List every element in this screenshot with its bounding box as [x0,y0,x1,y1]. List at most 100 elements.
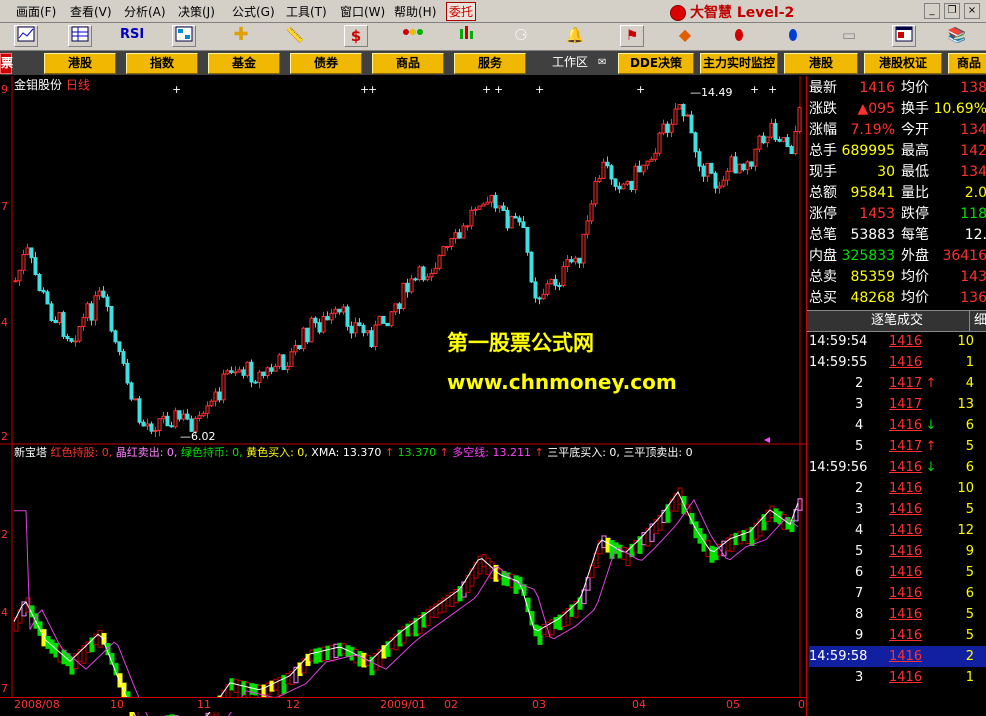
candle-body [489,194,494,203]
tick-row[interactable]: 7 1416 6 [809,583,986,604]
tab-index[interactable]: 指数 [126,53,198,74]
tick-time: 5 [855,544,864,559]
signal-marker: + [172,83,181,96]
ind-axis-tick-label: 2 [1,528,8,541]
restore-button[interactable]: ❐ [944,3,960,19]
bell-icon[interactable]: 🔔 [564,25,586,45]
tower-bar [325,645,331,661]
rsi-icon[interactable]: RSI [120,25,144,45]
ruler-icon[interactable]: 📏 [284,25,306,45]
signal-icon[interactable] [402,25,424,45]
workspace-label[interactable]: 工作区 [552,53,588,72]
books-icon[interactable]: 📚 [946,25,968,45]
menu-decision[interactable]: 决策(J) [178,3,215,20]
candle-body [309,317,314,343]
candle-body [565,259,570,268]
quote-value: 85359 [850,269,895,285]
candle-body [165,415,170,427]
menu-analysis[interactable]: 分析(A) [124,3,166,20]
move-icon[interactable]: ✚ [230,25,252,45]
blue-pill-icon[interactable]: ⬮ [782,25,804,45]
candle-body [273,365,278,372]
candle-body [277,354,282,367]
tower-bar [357,650,363,667]
tower-bar [269,680,275,692]
tick-row[interactable]: 14:59:56 1416 ↓ 6 [809,457,986,478]
tick-row[interactable]: 5 1417 ↑ 5 [809,436,986,457]
tick-row[interactable]: 5 1416 9 [809,541,986,562]
folder-icon[interactable]: ▭ [838,25,860,45]
tab-dde[interactable]: DDE决策 [618,53,694,74]
tick-row[interactable]: 4 1416 12 [809,520,986,541]
tick-row[interactable]: 3 1416 5 [809,499,986,520]
tick-detail-tab[interactable]: 细 [969,311,986,331]
tick-row[interactable]: 14:59:55 1416 1 [809,352,986,373]
tick-time: 3 [855,397,864,412]
tab-commodities-2[interactable]: 商品 [948,53,986,74]
quote-label: 外盘 [901,248,929,264]
candle-body [697,151,702,167]
candle-body [601,161,606,179]
tick-row[interactable]: 3 1417 13 [809,394,986,415]
tick-row[interactable]: 9 1416 5 [809,625,986,646]
quote-value: 142 [960,143,986,159]
tower-bar [485,557,491,576]
kline-chart-svg[interactable]: + ++ + + + + + + [0,76,806,716]
tab-main-monitor[interactable]: 主力实时监控 [700,53,778,74]
tab-hk-stocks-2[interactable]: 港股 [784,53,858,74]
tab-hk-warrants[interactable]: 港股权证 [864,53,942,74]
tick-row[interactable]: 8 1416 5 [809,604,986,625]
tick-time: 4 [855,523,864,538]
chart-period[interactable]: 日线 [66,78,90,92]
candle-body [649,158,654,162]
red-pill-icon[interactable]: ⬮ [728,25,750,45]
candle-body [53,319,58,323]
tab-commodities[interactable]: 商品 [372,53,444,74]
tick-row[interactable]: 14:59:54 1416 10 [809,331,986,352]
tab-funds[interactable]: 基金 [208,53,280,74]
workspace-dropdown-icon[interactable]: ✉ [598,53,606,72]
chart-icon[interactable] [14,25,38,47]
indicator-name[interactable]: 新宝塔 [14,446,47,459]
binoculars-icon[interactable]: ⚆ [510,25,532,45]
menu-tools[interactable]: 工具(T) [286,3,327,20]
menu-screen[interactable]: 画面(F) [16,3,56,20]
bars-icon[interactable] [456,25,478,45]
tab-stub[interactable]: 票 [0,53,13,74]
tick-row[interactable]: 2 1417 ↑ 4 [809,373,986,394]
tower-bar [733,532,739,546]
grid-icon[interactable] [172,25,196,47]
menu-view[interactable]: 查看(V) [70,3,112,20]
candle-body [45,291,50,305]
menu-help[interactable]: 帮助(H) [394,3,436,20]
tab-hk-stocks[interactable]: 港股 [44,53,116,74]
low-annotation: —6.02 [180,430,216,443]
chart-area[interactable]: + + + + + + + + + 金钼股份 日线 9 7 4 2 —14.49 —6.02 2… [0,76,806,716]
tick-header-label[interactable]: 逐笔成交 [871,311,923,331]
candle-body [745,161,750,171]
tab-bonds[interactable]: 债券 [290,53,362,74]
quote-label: 最低 [901,164,929,180]
dollar-icon[interactable]: $ [344,25,368,47]
close-button[interactable]: × [964,3,980,19]
tick-row[interactable]: 2 1416 10 [809,478,986,499]
tick-volume: 10 [957,334,974,349]
minimize-button[interactable]: _ [924,3,940,19]
menu-trade[interactable]: 委托 [446,2,477,21]
menu-window[interactable]: 窗口(W) [340,3,385,20]
tick-row[interactable]: 6 1416 5 [809,562,986,583]
candle-body [493,194,498,209]
tab-services[interactable]: 服务 [454,53,526,74]
diamond-icon[interactable]: ◆ [674,25,696,45]
table-icon[interactable] [68,25,92,47]
quote-label: 跌停 [901,206,929,222]
quote-value: 143 [960,269,986,285]
tick-row[interactable]: 4 1416 ↓ 6 [809,415,986,436]
candle-body [785,137,790,148]
flag-icon[interactable]: ⚑ [620,25,644,47]
tick-row[interactable]: 14:59:58 1416 2 [809,646,986,667]
menu-formula[interactable]: 公式(G) [232,3,275,20]
tick-row[interactable]: 3 1416 1 [809,667,986,688]
tick-price: 1416 [889,460,923,475]
window-icon[interactable] [892,25,916,47]
